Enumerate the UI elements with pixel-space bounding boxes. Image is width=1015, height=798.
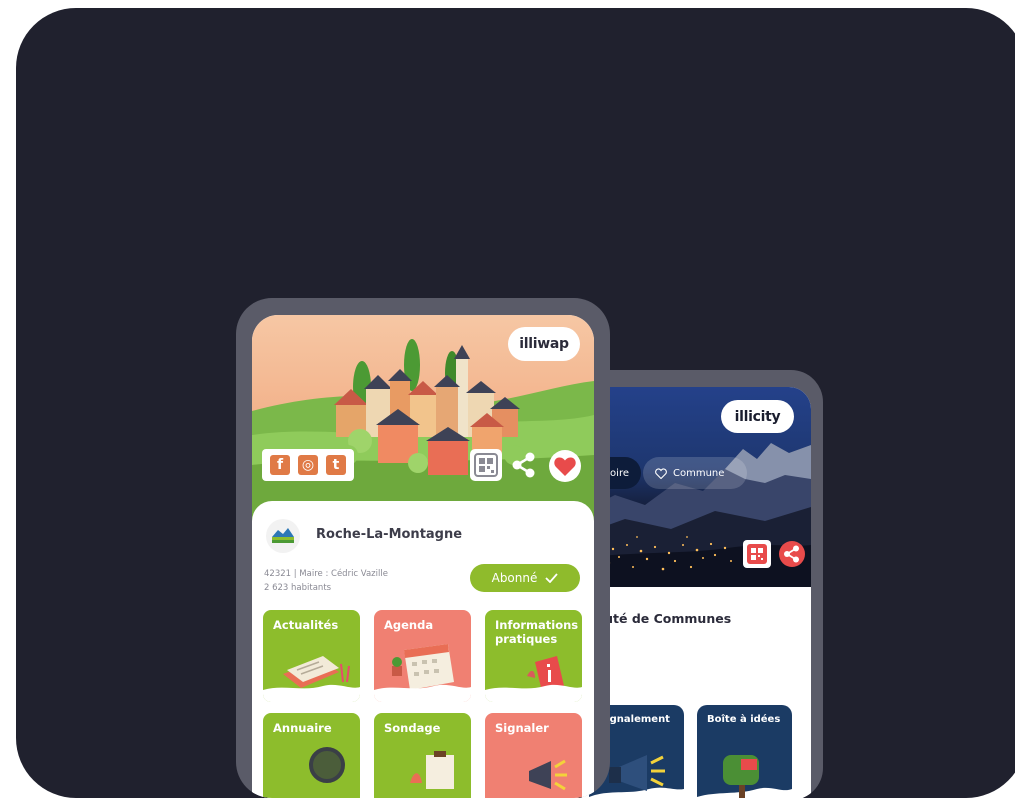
share-icon[interactable] <box>508 449 540 481</box>
facebook-icon[interactable]: f <box>270 455 290 475</box>
tile-boite-a-idees[interactable]: Boîte à idées <box>697 705 792 798</box>
subscribe-button[interactable]: Abonné <box>470 564 580 592</box>
clipboard-icon <box>410 751 454 789</box>
tab-commune[interactable]: Commune <box>643 457 747 489</box>
town-name: Roche-La-Montagne <box>316 527 463 542</box>
check-icon <box>545 573 559 583</box>
tile-actualites[interactable]: Actualités <box>263 610 360 702</box>
illicity-screen: illicity territoire Commune <box>575 387 811 798</box>
subscribe-label: Abonné <box>491 571 538 585</box>
tile-agenda[interactable]: Agenda <box>374 610 471 702</box>
heart-outline-icon <box>655 467 667 479</box>
town-info: 42321 | Maire : Cédric Vazille <box>264 569 388 579</box>
tile-sondage[interactable]: Sondage <box>374 713 471 798</box>
town-card: Roche-La-Montagne 42321 | Maire : Cédric… <box>252 501 594 798</box>
illicity-logo: illicity <box>721 400 794 433</box>
tile-annuaire[interactable]: Annuaire <box>263 713 360 798</box>
megaphone-icon <box>529 759 567 791</box>
mailbox-icon <box>697 755 792 798</box>
share-icon[interactable] <box>778 540 806 568</box>
illiwap-screen: illiwap f ◎ t Roche-La-Montagne 42321 | … <box>252 315 594 798</box>
town-population: 2 623 habitants <box>264 583 332 593</box>
tile-signaler[interactable]: Signaler <box>485 713 582 798</box>
illiwap-logo: illiwap <box>508 327 580 361</box>
village-illustration: illiwap f ◎ t <box>252 315 594 525</box>
instagram-icon[interactable]: ◎ <box>298 455 318 475</box>
illiwap-phone-mockup: illiwap f ◎ t Roche-La-Montagne 42321 | … <box>236 298 610 798</box>
background-panel: illicity territoire Commune <box>16 8 1015 798</box>
magnifier-icon <box>309 747 345 783</box>
twitter-icon[interactable]: t <box>326 455 346 475</box>
heart-icon[interactable] <box>548 449 582 483</box>
qr-code-icon[interactable] <box>743 540 771 568</box>
mountain-night-photo: illicity territoire Commune <box>575 387 811 587</box>
tab-commune-label: Commune <box>673 467 725 479</box>
town-logo <box>266 519 300 553</box>
tile-informations-pratiques[interactable]: Informations pratiques <box>485 610 582 702</box>
social-links: f ◎ t <box>262 449 354 481</box>
qr-code-icon[interactable] <box>470 449 502 481</box>
